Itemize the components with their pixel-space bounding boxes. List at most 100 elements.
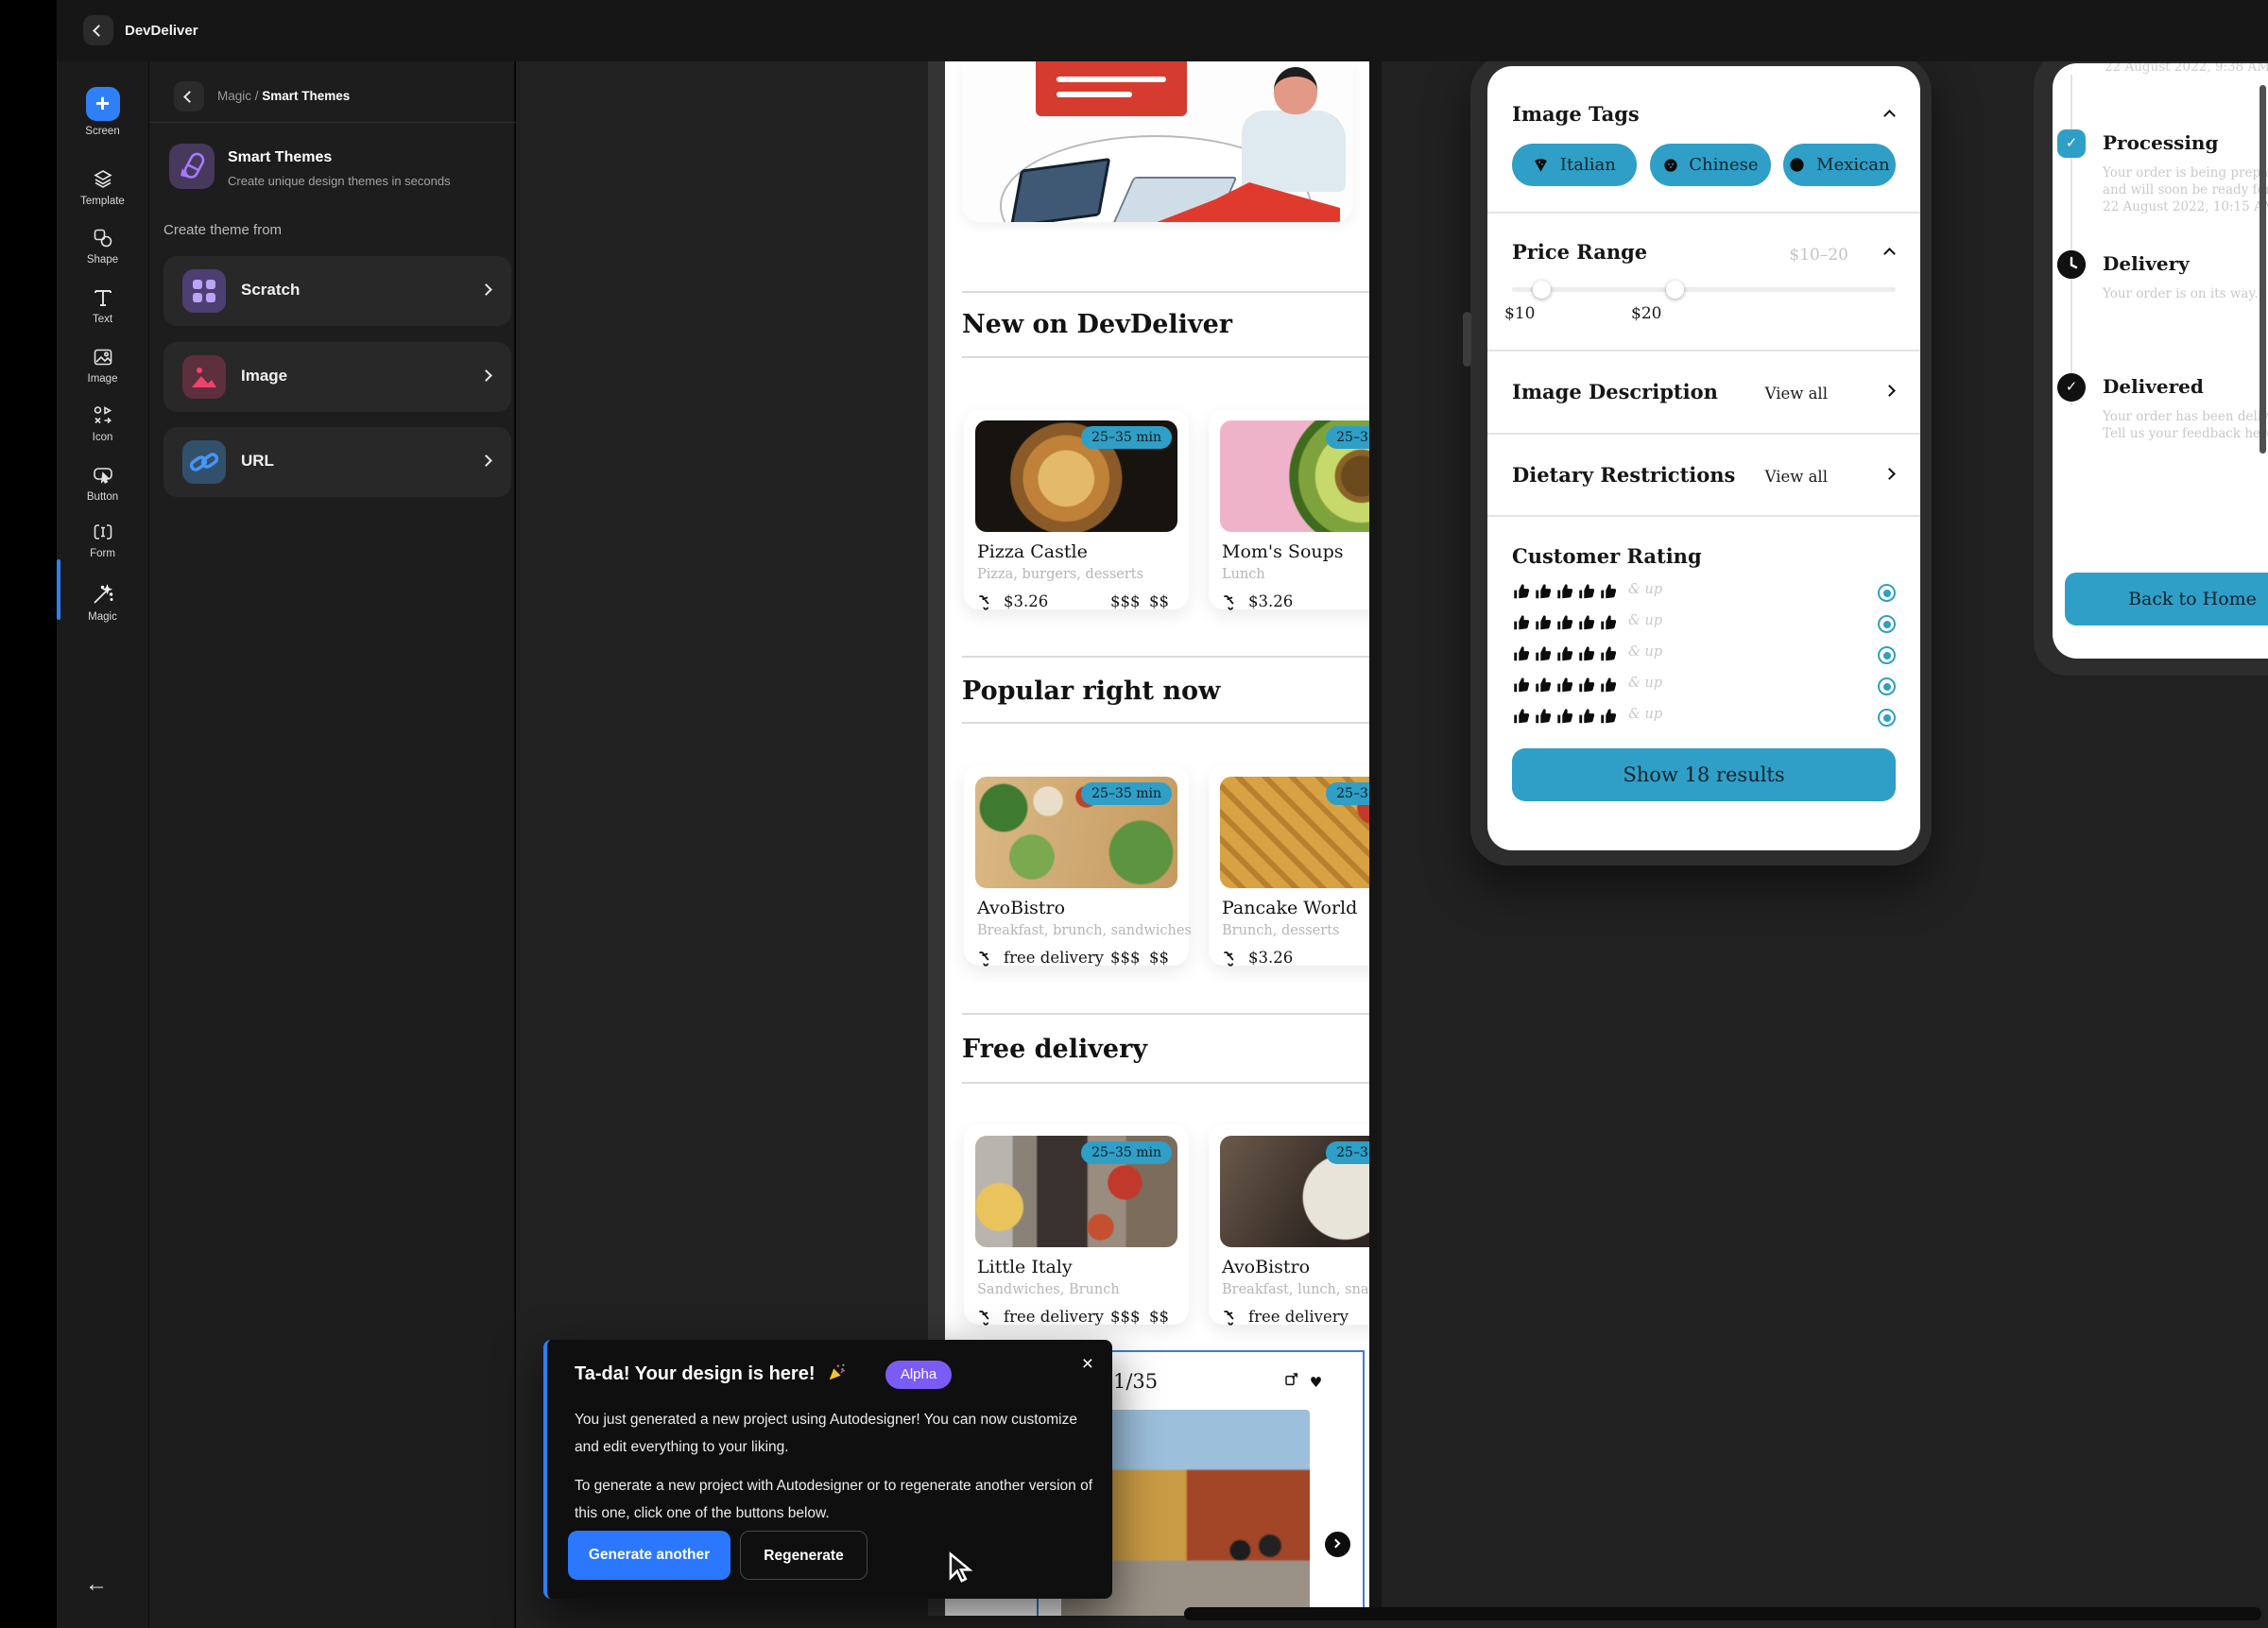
show-results-button[interactable]: Show 18 results <box>1512 748 1896 801</box>
sidebar-item-screen[interactable]: + Screen <box>57 87 148 137</box>
step-title: Processing <box>2103 131 2218 154</box>
slider-handle-max[interactable] <box>1666 281 1684 299</box>
rating-option-row[interactable]: & up <box>1512 582 1896 608</box>
restaurant-card[interactable]: 25–35 min Pancake World Brunch, desserts… <box>1209 765 1369 966</box>
back-to-home-button[interactable]: Back to Home <box>2065 573 2268 625</box>
panel-back-button[interactable] <box>174 81 204 111</box>
theme-pill-icon <box>169 144 215 189</box>
create-from-scratch-option[interactable]: Scratch <box>163 256 511 326</box>
sidebar-item-text[interactable]: Text <box>57 286 148 325</box>
delivery-cart-icon <box>977 593 995 611</box>
delivery-time-badge: 25–35 min <box>1326 782 1369 805</box>
price-row: free delivery $$$ $$ <box>977 1308 1176 1328</box>
pizza-slice-icon <box>1533 157 1549 173</box>
vertical-scrollbar[interactable] <box>2259 85 2266 454</box>
divider <box>962 1082 1369 1084</box>
rating-option-row[interactable]: & up <box>1512 644 1896 671</box>
rating-option-row[interactable]: & up <box>1512 613 1896 640</box>
next-image-button[interactable] <box>1325 1532 1350 1557</box>
step-text: and will soon be ready for <box>2103 182 2268 197</box>
sidebar-item-shape[interactable]: Shape <box>57 227 148 266</box>
horizontal-scrollbar[interactable] <box>1184 1607 2261 1620</box>
processing-check-icon: ✓ <box>2057 129 2086 158</box>
gallery-counter: 1/35 <box>1113 1370 1158 1393</box>
sidebar-item-form[interactable]: Form <box>57 521 148 559</box>
view-all-link[interactable]: View all <box>1765 468 1828 486</box>
panel-title: Smart Themes <box>228 149 332 166</box>
party-popper-icon <box>826 1362 847 1383</box>
create-from-image-option[interactable]: Image <box>163 342 511 412</box>
price-row: free delivery $$$ $$ <box>977 949 1176 969</box>
divider <box>962 656 1369 658</box>
create-from-url-option[interactable]: URL <box>163 427 511 497</box>
price: $3.26 <box>1004 592 1048 610</box>
divider <box>962 291 1369 293</box>
restaurant-photo-avocado: 25–35 min <box>1220 420 1369 532</box>
price-row: $3.26 <box>1222 949 1369 969</box>
delivery-time-badge: 25–35 min <box>1081 1141 1172 1164</box>
rating-radio[interactable] <box>1878 646 1896 664</box>
undo-arrow-icon[interactable]: ← <box>85 1571 108 1598</box>
close-icon[interactable]: × <box>1082 1353 1093 1376</box>
filters-sheet[interactable]: Image Tags Italian Chinese Mexican Price… <box>1487 66 1920 850</box>
scratch-grid-icon <box>182 269 226 313</box>
price: $3.26 <box>1248 592 1293 610</box>
restaurant-name: Pizza Castle <box>977 541 1088 562</box>
restaurant-name: AvoBistro <box>1222 1257 1310 1277</box>
icons-icon <box>92 404 114 427</box>
price: free delivery <box>1004 949 1104 967</box>
restaurant-tags: Breakfast, brunch, sandwiches <box>977 923 1192 938</box>
view-all-link[interactable]: View all <box>1765 385 1828 403</box>
phone2-side-button <box>1463 312 1471 367</box>
price-slider-track[interactable] <box>1512 287 1896 292</box>
rating-radio[interactable] <box>1878 584 1896 602</box>
tag-italian[interactable]: Italian <box>1512 144 1637 186</box>
divider <box>149 122 516 123</box>
price-level: $$ <box>1149 1308 1169 1326</box>
sidebar-item-icon[interactable]: Icon <box>57 404 148 443</box>
rating-option-row[interactable]: & up <box>1512 707 1896 733</box>
sidebar-item-template[interactable]: Template <box>57 168 148 207</box>
slider-handle-min[interactable] <box>1533 281 1551 299</box>
restaurant-card[interactable]: 25–35 min Mom's Soups Lunch $3.26 <box>1209 409 1369 609</box>
delivery-cart-icon <box>1222 593 1240 611</box>
sidebar-item-magic[interactable]: Magic <box>57 582 148 623</box>
add-screen-icon: + <box>86 87 120 121</box>
person-shape <box>1242 111 1346 192</box>
restaurant-card[interactable]: 25–35 min AvoBistro Breakfast, brunch, s… <box>964 765 1189 966</box>
tag-mexican[interactable]: Mexican <box>1783 144 1896 186</box>
restaurant-card[interactable]: 25–35 min Little Italy Sandwiches, Brunc… <box>964 1124 1189 1325</box>
chevron-up-icon[interactable] <box>1883 110 1896 122</box>
restaurant-card[interactable]: 25–35 min Pizza Castle Pizza, burgers, d… <box>964 409 1189 609</box>
back-button[interactable] <box>83 15 113 45</box>
top-header: DevDeliver <box>57 0 2268 61</box>
restaurant-photo-waffle: 25–35 min <box>1220 777 1369 888</box>
rating-radio[interactable] <box>1878 615 1896 633</box>
image-icon <box>92 346 114 368</box>
chevron-right-icon[interactable] <box>1883 385 1896 397</box>
price-row: free delivery <box>1222 1308 1369 1328</box>
delivery-time-badge: 25–35 min <box>1081 782 1172 805</box>
chevron-right-icon[interactable] <box>1883 468 1896 480</box>
rating-radio[interactable] <box>1878 709 1896 727</box>
order-status-screen[interactable]: 22 August 2022, 9:38 AM. ✓ Processing Yo… <box>2053 63 2268 659</box>
gallery-actions: ♥ <box>1284 1372 1341 1391</box>
regenerate-button[interactable]: Regenerate <box>740 1531 868 1580</box>
app-window: DevDeliver + Screen Template Shape Text … <box>0 0 2268 1628</box>
price-level: $$$ <box>1110 949 1141 967</box>
heart-icon[interactable]: ♥ <box>1310 1374 1322 1391</box>
tag-chinese[interactable]: Chinese <box>1650 144 1771 186</box>
phone1-scrollbar[interactable] <box>1369 61 1382 1616</box>
sidebar-item-button[interactable]: Button <box>57 464 148 503</box>
option-label: Image <box>241 367 287 386</box>
generate-another-button[interactable]: Generate another <box>568 1531 730 1580</box>
group-label: Create theme from <box>163 222 282 238</box>
divider <box>1487 350 1920 351</box>
chevron-up-icon[interactable] <box>1883 248 1896 260</box>
restaurant-card[interactable]: 25–35 min AvoBistro Breakfast, lunch, sn… <box>1209 1124 1369 1325</box>
sidebar-item-image[interactable]: Image <box>57 346 148 385</box>
share-icon[interactable] <box>1284 1372 1299 1387</box>
rating-option-row[interactable]: & up <box>1512 676 1896 702</box>
rating-radio[interactable] <box>1878 677 1896 695</box>
price-row: $3.26 $$$ $$ <box>977 592 1176 613</box>
